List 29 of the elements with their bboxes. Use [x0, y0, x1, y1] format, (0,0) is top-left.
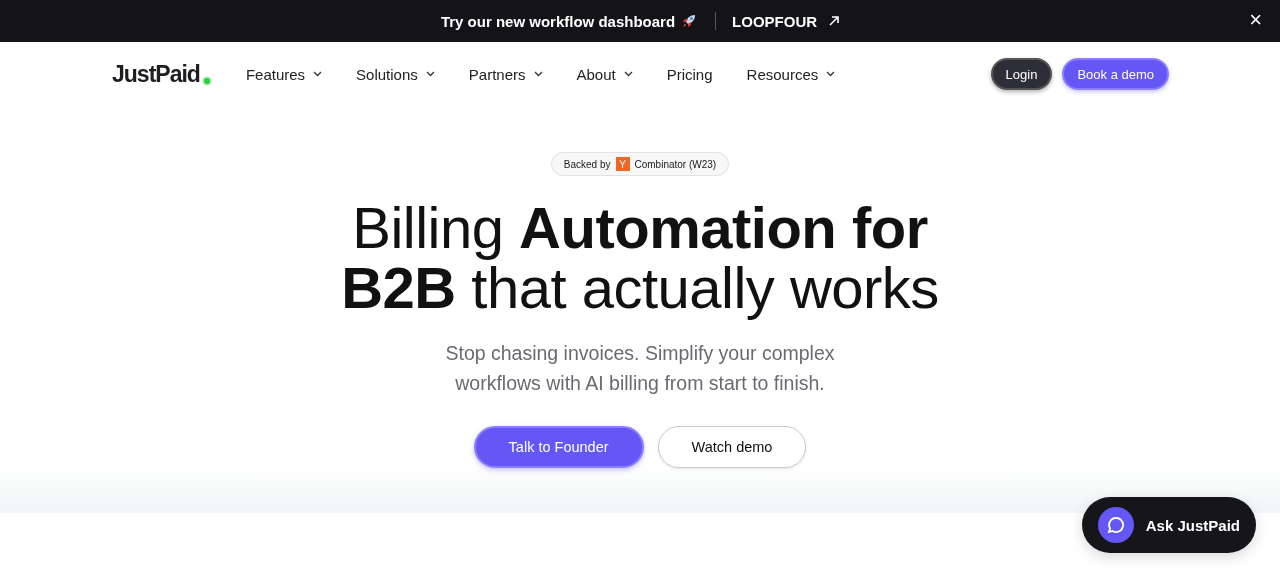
rocket-icon — [681, 13, 698, 29]
chevron-icon — [313, 71, 323, 77]
hero-subtitle: Stop chasing invoices. Simplify your complex workflows with AI billing from start to finish. — [444, 341, 836, 396]
nav-link[interactable]: About — [576, 65, 633, 83]
chevron-icon — [623, 71, 633, 77]
announcement-text: Try our new workflow dashboard — [440, 12, 676, 30]
y-logo-icon: Y — [615, 157, 630, 171]
arrow-icon — [829, 16, 840, 26]
nav-link[interactable]: Pricing — [666, 65, 713, 83]
chevron-icon — [425, 71, 435, 77]
nav-link[interactable]: Features — [245, 65, 323, 83]
watch-demo-button[interactable]: Watch demo — [657, 426, 807, 468]
nav-link[interactable]: Solutions — [356, 65, 435, 83]
chat-icon — [1097, 507, 1134, 543]
dot-icon — [201, 75, 212, 86]
badge-text: Combinator (W23) — [634, 158, 717, 170]
nav-link[interactable]: Resources — [746, 65, 836, 83]
chevron-icon — [533, 71, 543, 77]
close-button[interactable]: × — [1245, 9, 1266, 31]
nav-link[interactable]: Partners — [468, 65, 543, 83]
demo-button[interactable]: Book a demo — [1062, 58, 1169, 90]
chevron-icon — [826, 71, 836, 77]
chat-button[interactable]: Ask JustPaid — [1081, 497, 1256, 553]
logo[interactable]: JustPaid — [112, 60, 200, 88]
badge-text: Backed by — [563, 158, 611, 170]
talk-button[interactable]: Talk to Founder — [473, 426, 644, 468]
login-button[interactable]: Login — [990, 58, 1053, 90]
hero-headline: Billing Automation for — [351, 198, 929, 258]
loopfour-link[interactable]: LOOPFOUR — [732, 12, 840, 30]
